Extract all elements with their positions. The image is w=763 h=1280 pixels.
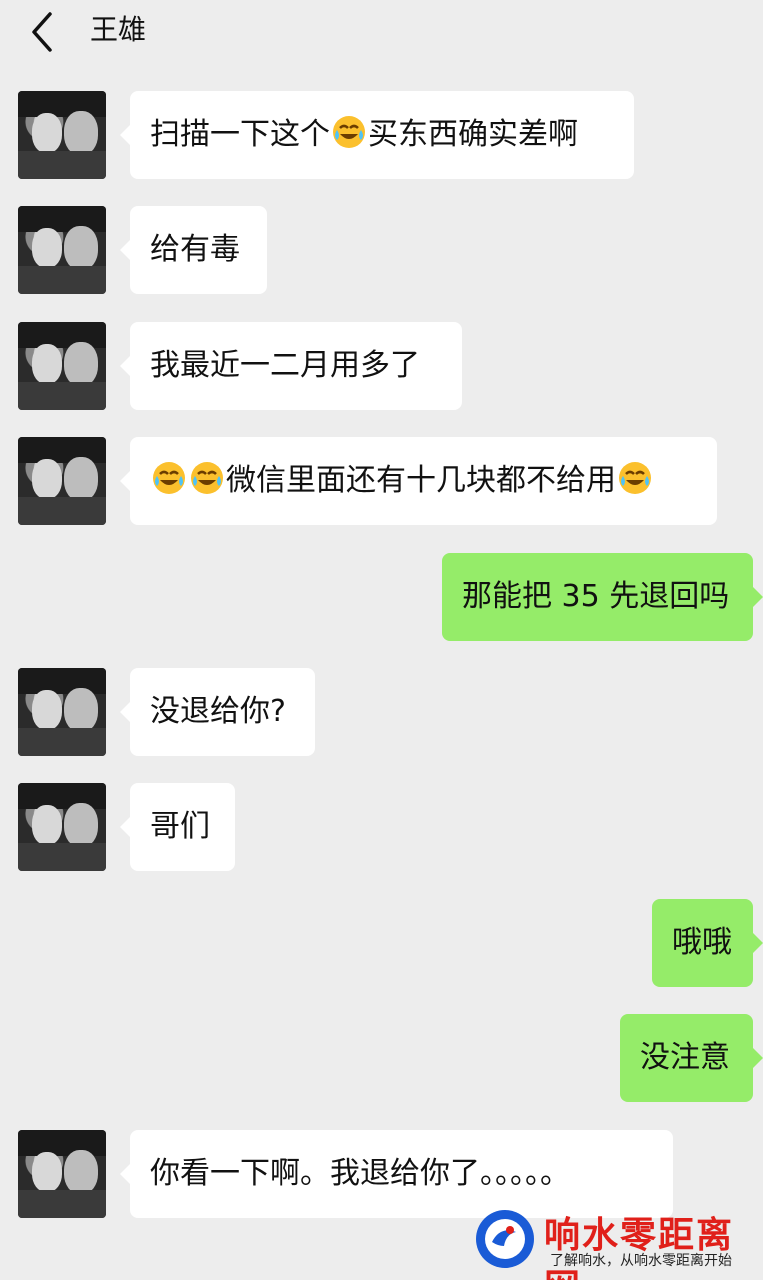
- outgoing-message-bubble[interactable]: 哦哦: [652, 899, 763, 987]
- incoming-message-bubble[interactable]: 微信里面还有十几块都不给用: [120, 437, 717, 525]
- incoming-message-bubble[interactable]: 没退给你?: [120, 668, 315, 756]
- message-text: 没退给你?: [150, 694, 286, 729]
- chat-title: 王雄: [90, 13, 147, 46]
- crying-laughing-emoji-icon: [191, 462, 223, 494]
- message-text: 扫描一下这个: [150, 117, 330, 152]
- crying-laughing-emoji-icon: [153, 462, 185, 494]
- site-logo-icon: [476, 1210, 534, 1268]
- outgoing-message-bubble[interactable]: 没注意: [620, 1014, 763, 1102]
- contact-avatar[interactable]: [18, 1130, 106, 1218]
- incoming-message-bubble[interactable]: 扫描一下这个 买东西确实差啊: [120, 91, 634, 179]
- crying-laughing-emoji-icon: [333, 116, 365, 148]
- message-text: 那能把 35 先退回吗: [462, 579, 730, 614]
- site-watermark: 响水零距离网 了解响水，从响水零距离开始: [470, 1200, 760, 1280]
- message-text: 微信里面还有十几块都不给用: [226, 463, 616, 498]
- message-text: 给有毒: [150, 232, 240, 267]
- incoming-message-bubble[interactable]: 给有毒: [120, 206, 267, 294]
- contact-avatar[interactable]: [18, 91, 106, 179]
- contact-avatar[interactable]: [18, 437, 106, 525]
- contact-avatar[interactable]: [18, 206, 106, 294]
- chat-header: 王雄: [0, 0, 763, 64]
- message-text: 没注意: [640, 1040, 730, 1075]
- message-text: 买东西确实差啊: [368, 117, 578, 152]
- contact-avatar[interactable]: [18, 322, 106, 410]
- contact-avatar[interactable]: [18, 783, 106, 871]
- message-text: 哥们: [150, 809, 210, 844]
- message-text: 我最近一二月用多了: [150, 348, 420, 383]
- incoming-message-bubble[interactable]: 我最近一二月用多了: [120, 322, 462, 410]
- back-button[interactable]: [22, 10, 66, 54]
- crying-laughing-emoji-icon: [619, 462, 651, 494]
- chevron-left-icon: [32, 12, 52, 52]
- message-text: 你看一下啊。我退给你了。。。。。: [150, 1156, 570, 1191]
- outgoing-message-bubble[interactable]: 那能把 35 先退回吗: [442, 553, 763, 641]
- contact-avatar[interactable]: [18, 668, 106, 756]
- incoming-message-bubble[interactable]: 哥们: [120, 783, 235, 871]
- message-text: 哦哦: [672, 925, 732, 960]
- watermark-subtitle: 了解响水，从响水零距离开始: [550, 1253, 732, 1269]
